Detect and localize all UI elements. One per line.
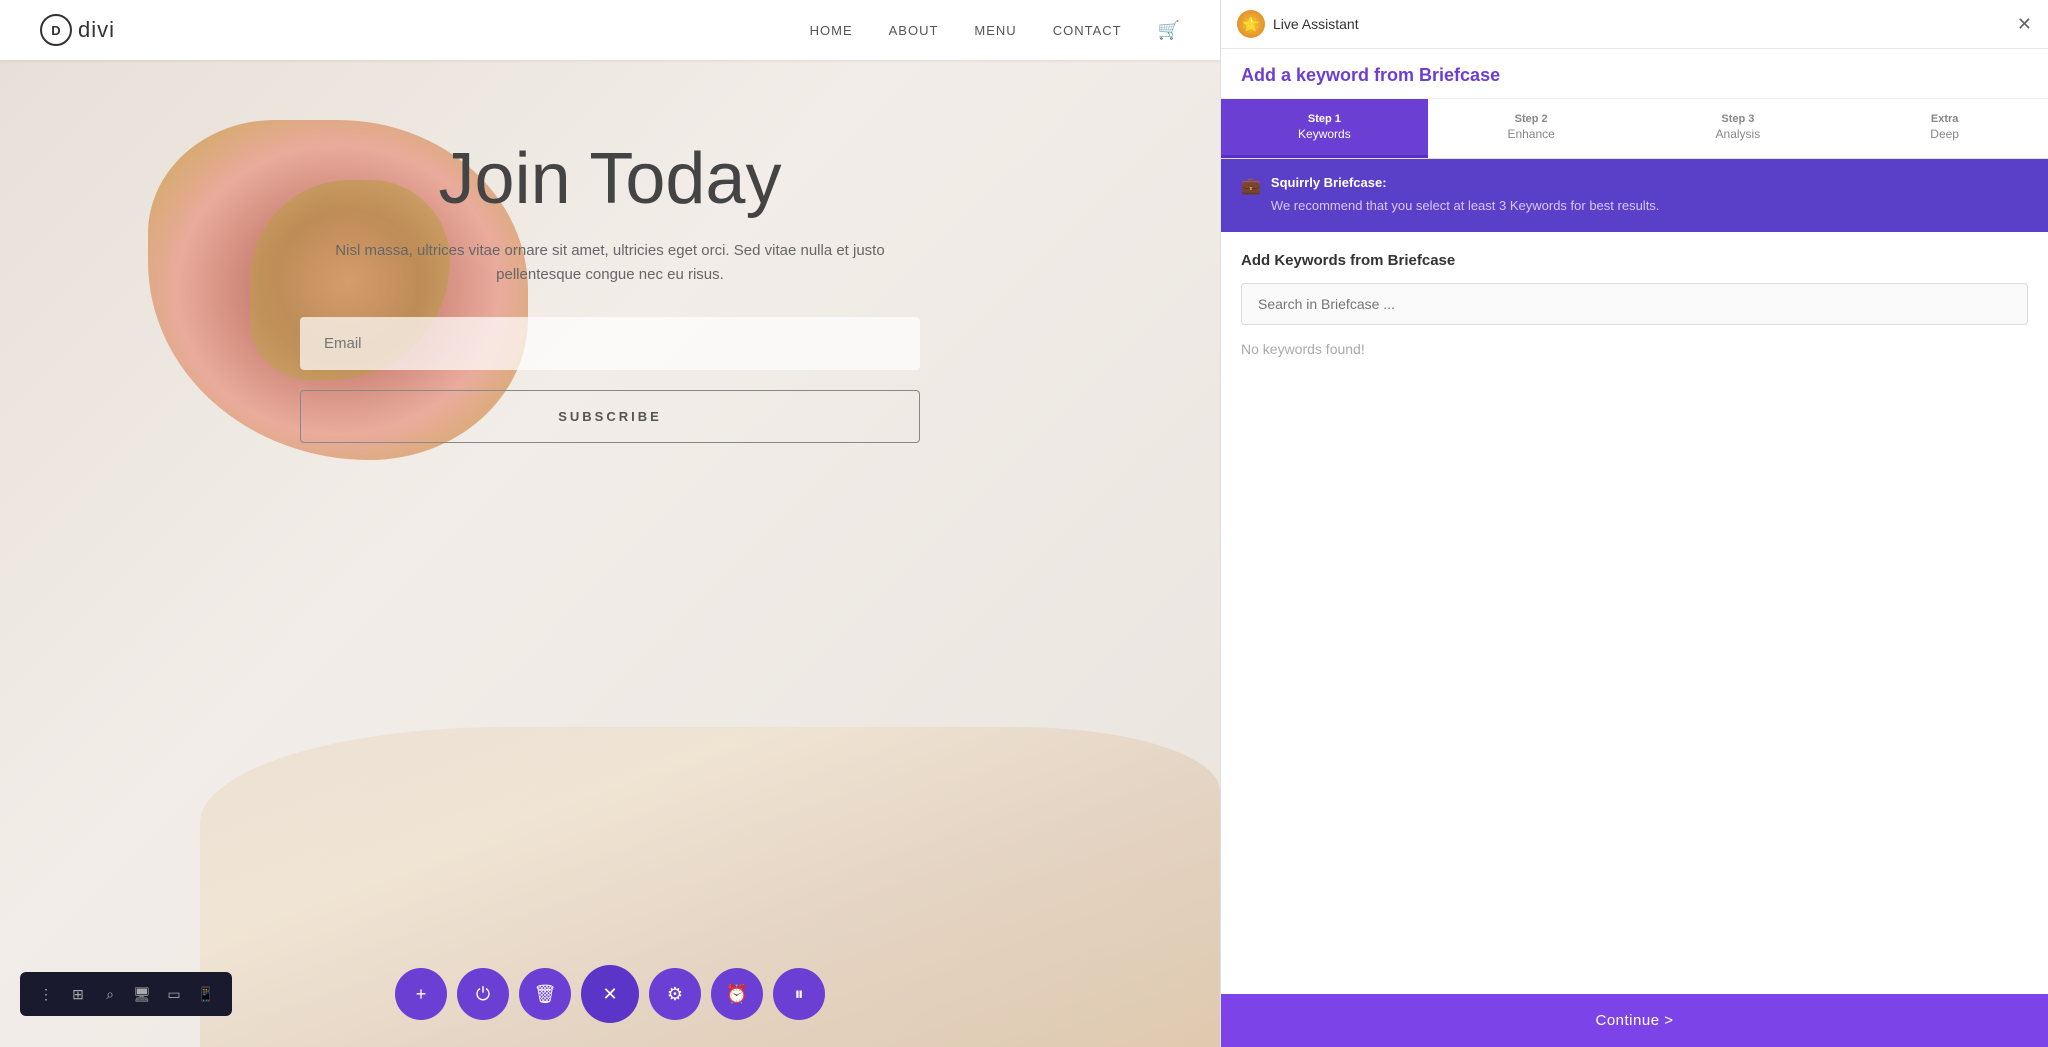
info-box-content: Squirrly Briefcase: We recommend that yo…	[1271, 175, 1660, 216]
step-tabs: Step 1 Keywords Step 2 Enhance Step 3 An…	[1221, 99, 2048, 159]
add-button[interactable]: +	[395, 968, 447, 1020]
side-panel: 🌟 Live Assistant ✕ Add a keyword from Br…	[1220, 0, 2048, 1047]
toolbar-desktop-icon[interactable]: 🖥	[128, 980, 156, 1008]
nav-menu[interactable]: MENU	[974, 23, 1016, 38]
tab-enhance[interactable]: Step 2 Enhance	[1428, 99, 1635, 158]
navbar: D divi HOME ABOUT MENU CONTACT 🛒	[0, 0, 1220, 60]
assistant-avatar: 🌟	[1237, 10, 1265, 38]
hero-subtitle: Nisl massa, ultrices vitae ornare sit am…	[320, 239, 900, 287]
briefcase-search-input[interactable]	[1241, 283, 2028, 325]
nav-links: HOME ABOUT MENU CONTACT 🛒	[810, 20, 1180, 41]
panel-title: Live Assistant	[1273, 16, 1359, 32]
history-button[interactable]: ⏰	[711, 968, 763, 1020]
logo: D divi	[40, 14, 115, 46]
bottom-toolbar: ⋮ ⊞ ⌕ 🖥 ▭ 📱 + ⏻ 🗑 ✕ ⚙ ⏰ ⏸	[0, 965, 1220, 1023]
hero-title: Join Today	[439, 140, 782, 219]
close-button[interactable]: ✕	[581, 965, 639, 1023]
continue-button[interactable]: Continue >	[1221, 994, 2048, 1047]
info-box: 💼 Squirrly Briefcase: We recommend that …	[1221, 159, 2048, 232]
toolbar-tablet-icon[interactable]: ▭	[160, 980, 188, 1008]
tab-analysis[interactable]: Step 3 Analysis	[1635, 99, 1842, 158]
toolbar-left: ⋮ ⊞ ⌕ 🖥 ▭ 📱	[20, 972, 232, 1016]
nav-about[interactable]: ABOUT	[889, 23, 939, 38]
toolbar-grid-icon[interactable]: ⊞	[64, 980, 92, 1008]
toolbar-search-icon[interactable]: ⌕	[96, 980, 124, 1008]
panel-close-button[interactable]: ✕	[2017, 14, 2032, 35]
website-area: D divi HOME ABOUT MENU CONTACT 🛒 Join To…	[0, 0, 1220, 1047]
info-box-text: We recommend that you select at least 3 …	[1271, 196, 1660, 216]
nav-home[interactable]: HOME	[810, 23, 853, 38]
no-keywords-text: No keywords found!	[1241, 337, 2028, 361]
email-input[interactable]	[300, 317, 920, 370]
hero-section: Join Today Nisl massa, ultrices vitae or…	[0, 60, 1220, 1047]
tab-deep[interactable]: Extra Deep	[1841, 99, 2048, 158]
tab-keywords[interactable]: Step 1 Keywords	[1221, 99, 1428, 158]
toolbar-dots-icon[interactable]: ⋮	[32, 980, 60, 1008]
search-wrapper	[1241, 283, 2028, 325]
info-box-title: Squirrly Briefcase:	[1271, 175, 1660, 190]
add-keyword-heading: Add a keyword from Briefcase	[1221, 49, 2048, 99]
nav-contact[interactable]: CONTACT	[1053, 23, 1122, 38]
toolbar-center: + ⏻ 🗑 ✕ ⚙ ⏰ ⏸	[395, 965, 825, 1023]
add-keywords-title: Add Keywords from Briefcase	[1241, 252, 2028, 269]
add-keywords-section: Add Keywords from Briefcase No keywords …	[1221, 232, 2048, 995]
toolbar-mobile-icon[interactable]: 📱	[192, 980, 220, 1008]
settings-button[interactable]: ⚙	[649, 968, 701, 1020]
hero-content: Join Today Nisl massa, ultrices vitae or…	[260, 140, 960, 443]
layout-button[interactable]: ⏸	[773, 968, 825, 1020]
logo-icon: D	[40, 14, 72, 46]
power-button[interactable]: ⏻	[457, 968, 509, 1020]
cart-icon[interactable]: 🛒	[1158, 20, 1180, 41]
panel-header-left: 🌟 Live Assistant	[1237, 10, 1359, 38]
panel-header: 🌟 Live Assistant ✕	[1221, 0, 2048, 49]
briefcase-icon: 💼	[1241, 176, 1261, 216]
subscribe-button[interactable]: SUBSCRIBE	[300, 390, 920, 443]
delete-button[interactable]: 🗑	[519, 968, 571, 1020]
logo-text: divi	[78, 17, 115, 43]
